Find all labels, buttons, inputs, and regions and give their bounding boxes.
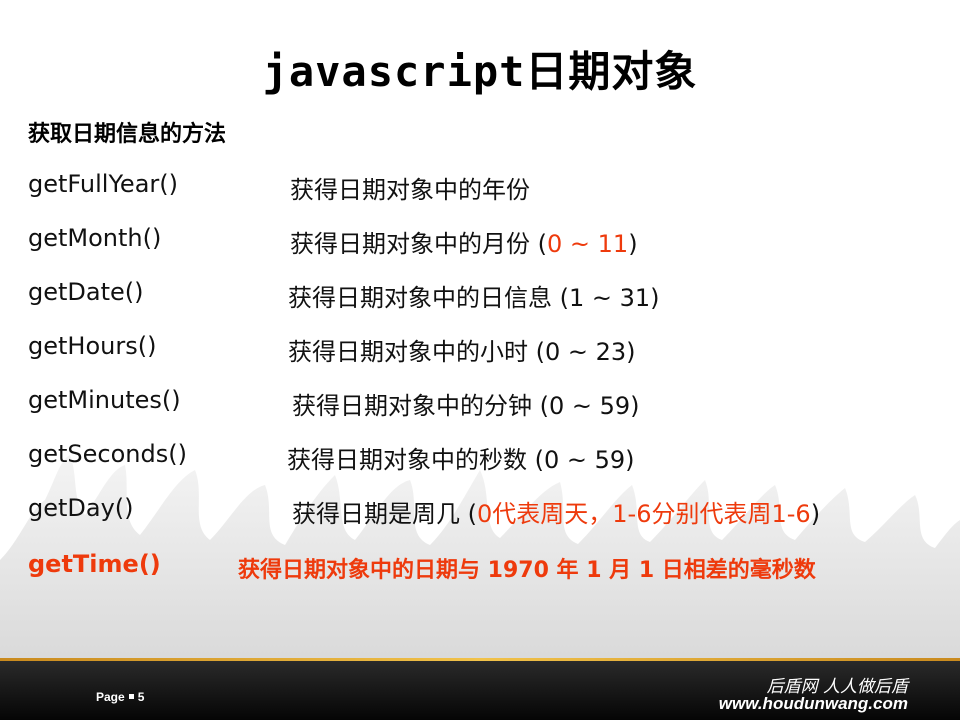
brand-url: www.houdunwang.com <box>718 694 908 713</box>
method-name: getMonth() <box>28 224 162 252</box>
bullet-square-icon <box>128 694 134 700</box>
method-description: 获得日期对象中的分钟 (0 ~ 59) <box>292 392 640 420</box>
method-description: 获得日期对象中的小时 (0 ~ 23) <box>288 338 636 366</box>
method-row-getmonth: getMonth() 获得日期对象中的月份 (0 ~ 11) <box>0 224 960 258</box>
slide-title: javascript日期对象 <box>262 47 698 96</box>
method-row-getseconds: getSeconds() 获得日期对象中的秒数 (0 ~ 59) <box>0 440 960 474</box>
section-heading: 获取日期信息的方法 <box>28 122 227 147</box>
method-description: 获得日期对象中的日期与 1970 年 1 月 1 日相差的毫秒数 <box>238 558 816 583</box>
method-description: 获得日期对象中的秒数 (0 ~ 59) <box>287 446 635 474</box>
method-row-getfullyear: getFullYear() 获得日期对象中的年份 <box>0 170 960 204</box>
method-row-gettime: getTime() 获得日期对象中的日期与 1970 年 1 月 1 日相差的毫… <box>0 550 960 584</box>
method-name: getMinutes() <box>28 386 181 414</box>
method-description: 获得日期对象中的年份 <box>290 176 530 204</box>
range-highlight: 0 ~ 11 <box>547 230 629 258</box>
method-row-getminutes: getMinutes() 获得日期对象中的分钟 (0 ~ 59) <box>0 386 960 420</box>
method-name: getFullYear() <box>28 170 178 198</box>
range-highlight: 0代表周天，1-6分别代表周1-6 <box>477 500 811 528</box>
method-name: getDate() <box>28 278 144 306</box>
method-row-getdate: getDate() 获得日期对象中的日信息 (1 ~ 31) <box>0 278 960 312</box>
method-description: 获得日期对象中的月份 (0 ~ 11) <box>290 230 638 258</box>
method-name: getTime() <box>28 550 161 578</box>
method-name: getSeconds() <box>28 440 187 468</box>
method-name: getHours() <box>28 332 157 360</box>
method-description: 获得日期对象中的日信息 (1 ~ 31) <box>288 284 660 312</box>
method-name: getDay() <box>28 494 134 522</box>
slide: javascript日期对象 获取日期信息的方法 getFullYear() 获… <box>0 0 960 720</box>
page-number: Page 5 <box>96 690 145 704</box>
method-row-getday: getDay() 获得日期是周几 (0代表周天，1-6分别代表周1-6) <box>0 494 960 528</box>
method-row-gethours: getHours() 获得日期对象中的小时 (0 ~ 23) <box>0 332 960 366</box>
method-description: 获得日期是周几 (0代表周天，1-6分别代表周1-6) <box>292 500 821 528</box>
